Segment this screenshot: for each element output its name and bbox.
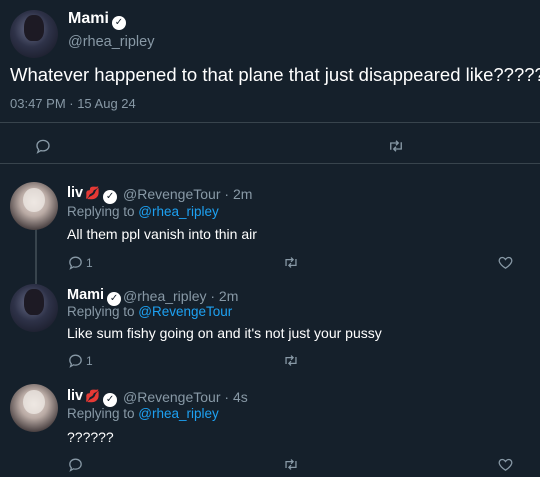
author-name-text: liv: [67, 185, 84, 201]
avatar[interactable]: [10, 284, 58, 332]
lips-emoji-icon: 💋: [85, 389, 101, 403]
replying-to-link[interactable]: @rhea_ripley: [138, 406, 219, 421]
author-name[interactable]: liv 💋 ✓: [67, 185, 118, 204]
heart-icon[interactable]: [497, 456, 514, 473]
replying-to: Replying to @RevengeTour: [67, 304, 232, 319]
author-name-text: Mami: [67, 287, 105, 303]
lips-emoji-icon: 💋: [85, 186, 101, 200]
replying-to-prefix: Replying to: [67, 304, 139, 319]
author-handle[interactable]: @rhea_ripley: [68, 34, 154, 50]
reply-count: 1: [86, 255, 93, 270]
reply-icon[interactable]: [67, 456, 86, 473]
tweet-timestamp[interactable]: 03:47 PM · 15 Aug 24: [10, 96, 136, 111]
replying-to-link[interactable]: @rhea_ripley: [138, 204, 219, 219]
verified-badge-icon: ✓: [111, 16, 126, 30]
reply-icon[interactable]: [34, 137, 52, 155]
main-tweet: Mami ✓ @rhea_ripley Whatever happened to …: [0, 0, 540, 164]
reply-tweet-2: Mami ✓ @rhea_ripley · 2m Replying to @Rev…: [0, 278, 540, 378]
retweet-icon[interactable]: [282, 352, 300, 369]
replying-to-prefix: Replying to: [67, 406, 139, 421]
replying-to: Replying to @rhea_ripley: [67, 406, 219, 421]
tweet-text: ??????: [67, 429, 114, 445]
tweet-text: Whatever happened to that plane that jus…: [10, 64, 540, 85]
heart-icon[interactable]: [497, 254, 514, 271]
verified-badge-icon: ✓: [103, 190, 118, 204]
author-name-text: liv: [67, 388, 84, 404]
tweet-text: All them ppl vanish into thin air: [67, 226, 257, 242]
reply-tweet-3: liv 💋 ✓ @RevengeTour · 4s Replying to @rhe…: [0, 378, 540, 477]
reply-count: 1: [86, 353, 93, 368]
replying-to-prefix: Replying to: [67, 204, 139, 219]
author-handle-text: @RevengeTour: [123, 389, 221, 405]
replying-to: Replying to @rhea_ripley: [67, 204, 219, 219]
replying-to-link[interactable]: @RevengeTour: [138, 304, 232, 319]
divider: [0, 122, 540, 123]
retweet-icon[interactable]: [282, 456, 300, 473]
tweet-time: · 2m: [210, 288, 239, 304]
author-name-text: Mami: [68, 10, 109, 27]
author-name[interactable]: Mami ✓: [68, 10, 126, 30]
avatar[interactable]: [10, 182, 58, 230]
author-name[interactable]: liv 💋 ✓: [67, 388, 118, 407]
author-handle-text: @rhea_ripley: [123, 288, 207, 304]
author-handle[interactable]: @RevengeTour · 2m: [123, 186, 252, 202]
author-handle-text: @RevengeTour: [123, 186, 221, 202]
tweet-text: Like sum fishy going on and it's not jus…: [67, 325, 382, 341]
retweet-icon[interactable]: [386, 137, 406, 155]
reply-icon[interactable]: 1: [67, 352, 93, 369]
verified-badge-icon: ✓: [103, 393, 118, 407]
avatar[interactable]: [10, 10, 58, 58]
tweet-time: · 2m: [224, 186, 253, 202]
reply-icon[interactable]: 1: [67, 254, 93, 271]
reply-tweet-1: liv 💋 ✓ @RevengeTour · 2m Replying to @rhe…: [0, 163, 540, 278]
retweet-icon[interactable]: [282, 254, 300, 271]
author-handle[interactable]: @RevengeTour · 4s: [123, 389, 248, 405]
tweet-time: · 4s: [224, 389, 248, 405]
author-handle[interactable]: @rhea_ripley · 2m: [123, 288, 238, 304]
avatar[interactable]: [10, 384, 58, 432]
